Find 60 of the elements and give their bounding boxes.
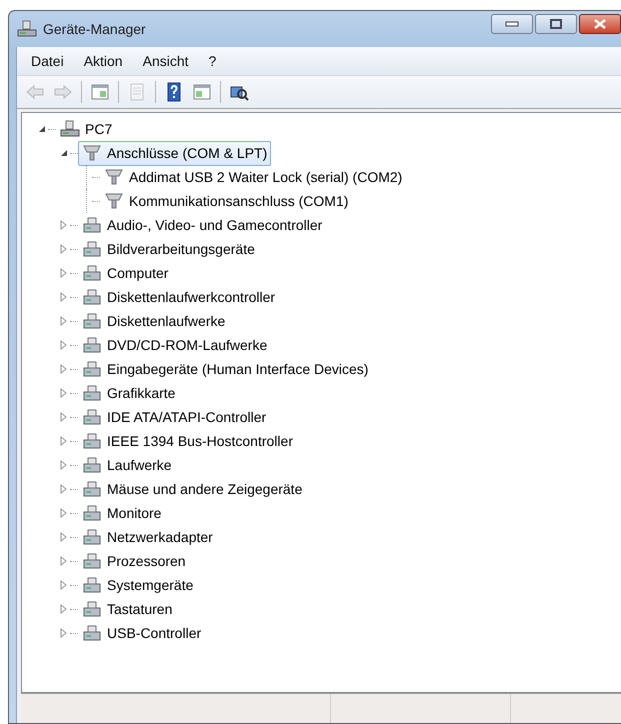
menu-item[interactable]: ? (198, 48, 226, 74)
device-icon (82, 480, 102, 498)
tree-item[interactable]: Diskettenlaufwerkcontroller (78, 284, 280, 310)
tree-item[interactable]: Tastaturen (78, 596, 176, 622)
device-icon (82, 312, 102, 330)
tree-item[interactable]: Systemgeräte (78, 572, 198, 598)
computer-icon (60, 120, 80, 138)
device-icon (82, 264, 102, 282)
tree-item[interactable]: Computer (78, 260, 172, 286)
device-icon (82, 408, 102, 426)
tree-item[interactable]: Addimat USB 2 Waiter Lock (serial) (COM2) (100, 164, 406, 190)
tree-item[interactable]: Grafikkarte (78, 380, 180, 406)
device-icon (82, 240, 102, 258)
tree-item[interactable]: Audio-, Video- und Gamecontroller (78, 212, 326, 238)
port-icon (104, 192, 124, 210)
device-icon (82, 384, 102, 402)
tree-item[interactable]: Diskettenlaufwerke (78, 308, 230, 334)
device-icon (82, 576, 102, 594)
device-icon (82, 624, 102, 642)
maximize-button[interactable] (535, 14, 577, 34)
device-icon (82, 600, 102, 618)
tree-item[interactable]: Monitore (78, 500, 166, 526)
tree-item[interactable]: Kommunikationsanschluss (COM1) (100, 188, 352, 214)
device-icon (82, 552, 102, 570)
minimize-button[interactable] (491, 14, 533, 34)
close-icon (594, 19, 606, 29)
device-icon (82, 456, 102, 474)
device-icon (82, 336, 102, 354)
tree-item[interactable]: USB-Controller (78, 620, 206, 646)
close-button[interactable] (579, 14, 621, 34)
tree-item[interactable]: Bildverarbeitungsgeräte (78, 236, 259, 262)
port-icon (82, 144, 102, 162)
device-icon (82, 216, 102, 234)
device-icon (82, 528, 102, 546)
tree-item[interactable]: Laufwerke (78, 452, 176, 478)
maximize-icon (550, 19, 562, 29)
device-icon (82, 288, 102, 306)
menu-item[interactable]: Aktion (74, 48, 133, 74)
tree-item[interactable]: Anschlüsse (COM & LPT) (78, 140, 272, 166)
minimize-icon (505, 21, 519, 27)
back-arrow-icon (25, 82, 45, 102)
port-icon (104, 168, 124, 186)
menu-item[interactable]: Datei (21, 48, 74, 74)
window-title: Geräte-Manager (43, 20, 146, 39)
forward-arrow-icon (53, 82, 73, 102)
tree-item[interactable]: IDE ATA/ATAPI-Controller (78, 404, 270, 430)
action-pane-icon (192, 82, 212, 102)
computer-icon (17, 20, 37, 38)
device-icon (82, 504, 102, 522)
tree-item[interactable]: Prozessoren (78, 548, 190, 574)
console-tree-icon (90, 82, 110, 102)
tree-item[interactable]: Netzwerkadapter (78, 524, 217, 550)
device-icon (82, 360, 102, 378)
tree-item[interactable]: DVD/CD-ROM-Laufwerke (78, 332, 272, 358)
device-icon (82, 432, 102, 450)
tree-item[interactable]: Eingabegeräte (Human Interface Devices) (78, 356, 372, 382)
tree-item[interactable]: Mäuse und andere Zeigegeräte (78, 476, 306, 502)
tree-item[interactable]: IEEE 1394 Bus-Hostcontroller (78, 428, 297, 454)
menu-item[interactable]: Ansicht (132, 48, 199, 74)
tree-item[interactable]: PC7 (56, 116, 116, 142)
